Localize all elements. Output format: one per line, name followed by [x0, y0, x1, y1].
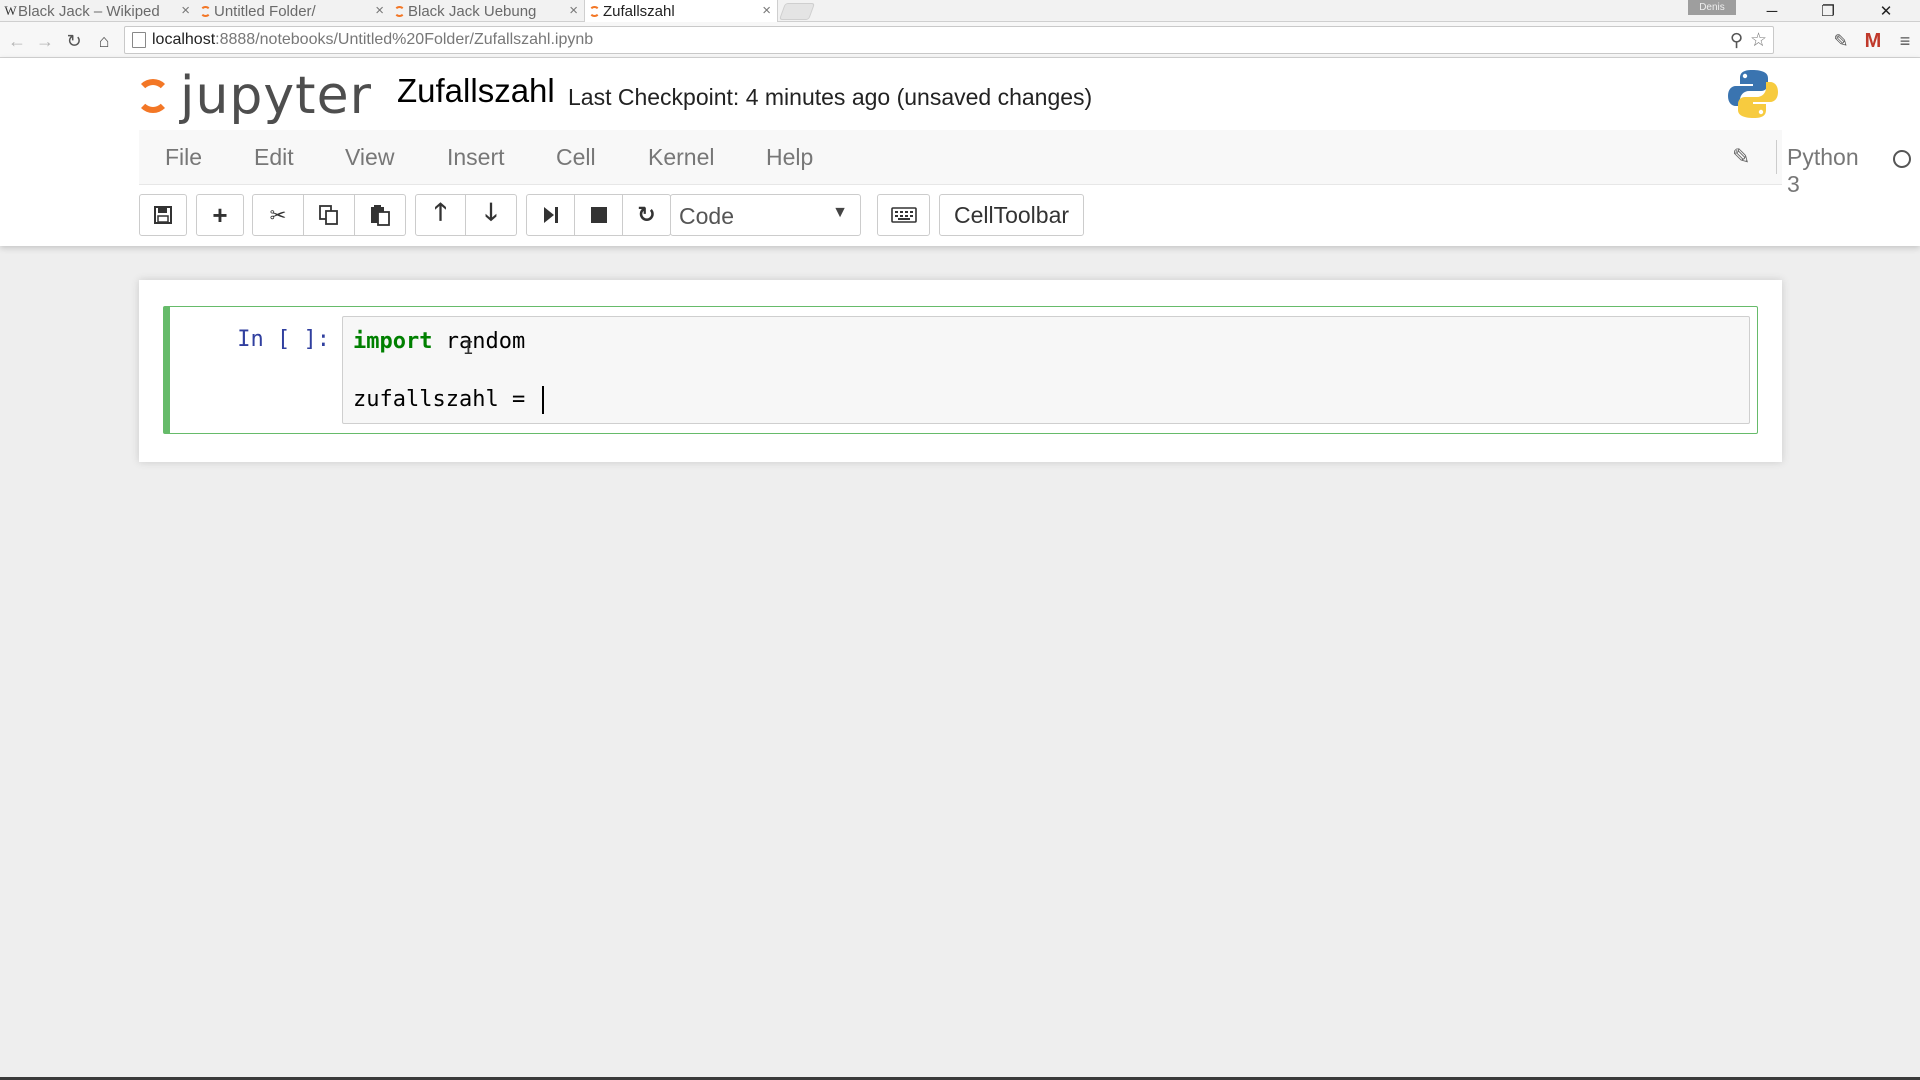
scissors-icon: ✂	[269, 204, 287, 227]
close-tab-icon[interactable]: ×	[181, 2, 190, 19]
code-line: import random	[353, 327, 1739, 356]
menu-help[interactable]: Help	[766, 144, 813, 171]
copy-button[interactable]	[304, 194, 355, 236]
input-prompt: In [ ]:	[237, 327, 330, 352]
browser-tab-wikipedia[interactable]: W Black Jack – Wikiped ×	[0, 0, 196, 22]
jupyter-icon	[394, 6, 405, 17]
run-cell-button[interactable]	[526, 194, 575, 236]
browser-tab-zufallszahl[interactable]: Zufallszahl ×	[584, 0, 778, 22]
divider	[1776, 140, 1777, 174]
tab-title: Black Jack – Wikiped	[18, 2, 160, 20]
close-tab-icon[interactable]: ×	[569, 2, 578, 19]
menu-bar: File Edit View Insert Cell Kernel Help ✎…	[139, 130, 1911, 197]
celltoolbar-button[interactable]: CellToolbar	[939, 194, 1084, 236]
jupyter-header: jupyter Zufallszahl Last Checkpoint: 4 m…	[0, 58, 1920, 246]
arrow-down-icon: 🡓	[484, 198, 498, 226]
menu-view[interactable]: View	[345, 144, 394, 171]
interrupt-kernel-button[interactable]	[575, 194, 623, 236]
back-icon[interactable]: ←	[4, 28, 30, 54]
paste-icon	[371, 205, 390, 226]
jupyter-ring-icon	[136, 79, 170, 113]
close-tab-icon[interactable]: ×	[762, 2, 771, 19]
copy-icon	[319, 205, 338, 225]
cell-type-select[interactable]: Code ▼	[670, 194, 861, 236]
insert-cell-button[interactable]: +	[196, 194, 244, 236]
save-button[interactable]	[139, 194, 187, 236]
page-icon	[132, 32, 146, 48]
step-forward-icon	[543, 207, 558, 223]
move-cell-down-button[interactable]: 🡓	[466, 194, 517, 236]
browser-tab-black-jack-uebung[interactable]: Black Jack Uebung ×	[390, 0, 584, 22]
python-logo-icon	[1728, 70, 1778, 118]
arrow-up-icon: 🡑	[434, 198, 447, 226]
code-text: random	[432, 329, 526, 354]
save-icon	[154, 206, 172, 224]
forward-icon[interactable]: →	[32, 28, 58, 54]
code-text: zufallszahl =	[353, 387, 539, 412]
chrome-menu-icon[interactable]: ≡	[1892, 29, 1918, 53]
plus-icon: +	[212, 199, 228, 230]
menu-kernel[interactable]: Kernel	[648, 144, 714, 171]
move-cell-up-button[interactable]: 🡑	[415, 194, 466, 236]
menu-cell[interactable]: Cell	[556, 144, 596, 171]
zoom-icon[interactable]: ⚲	[1730, 30, 1743, 51]
cell-type-value: Code	[679, 203, 734, 229]
close-window-icon[interactable]: ✕	[1866, 0, 1906, 22]
jupyter-logo-text: jupyter	[180, 66, 372, 126]
jupyter-icon	[589, 6, 600, 17]
checkpoint-status: Last Checkpoint: 4 minutes ago (unsaved …	[568, 84, 1093, 110]
code-keyword: import	[353, 329, 433, 354]
close-tab-icon[interactable]: ×	[375, 2, 384, 19]
tab-title: Zufallszahl	[603, 2, 675, 20]
new-tab-button[interactable]	[778, 3, 816, 20]
menu-file[interactable]: File	[165, 144, 202, 171]
jupyter-logo[interactable]: jupyter	[136, 66, 372, 126]
address-bar: ← → ↻ ⌂ localhost:8888/notebooks/Untitle…	[0, 22, 1920, 58]
command-palette-button[interactable]	[877, 194, 930, 236]
extension-icon[interactable]: ✎	[1828, 29, 1854, 53]
cut-button[interactable]: ✂	[252, 194, 304, 236]
code-editor[interactable]: import random zufallszahl =	[342, 316, 1750, 424]
wikipedia-icon: W	[4, 2, 17, 18]
url-input[interactable]: localhost:8888/notebooks/Untitled%20Fold…	[124, 26, 1774, 54]
menu-insert[interactable]: Insert	[447, 144, 505, 171]
stop-icon	[590, 207, 607, 223]
kernel-idle-indicator-icon	[1893, 150, 1911, 168]
bookmark-star-icon[interactable]: ☆	[1750, 29, 1767, 52]
kernel-name: Python 3	[1787, 144, 1859, 197]
reload-icon[interactable]: ↻	[61, 28, 87, 54]
notebook-name[interactable]: Zufallszahl	[397, 72, 555, 110]
restart-kernel-button[interactable]: ↻	[623, 194, 671, 236]
code-line: zufallszahl =	[353, 385, 1739, 414]
code-cell[interactable]: In [ ]: import random zufallszahl =	[163, 306, 1758, 434]
text-cursor	[542, 386, 545, 414]
keyboard-icon	[890, 207, 917, 223]
jupyter-icon	[200, 6, 211, 17]
menu-edit[interactable]: Edit	[254, 144, 294, 171]
paste-button[interactable]	[355, 194, 406, 236]
mouse-ibeam-cursor-icon: I	[463, 338, 474, 359]
chevron-down-icon: ▼	[832, 204, 848, 221]
user-badge[interactable]: Denis	[1688, 0, 1736, 15]
gmail-icon[interactable]: M	[1860, 29, 1886, 53]
minimize-icon[interactable]: ─	[1752, 0, 1792, 22]
notebook-container: In [ ]: import random zufallszahl =	[139, 280, 1782, 462]
tab-title: Untitled Folder/	[214, 2, 316, 20]
edit-mode-pencil-icon: ✎	[1732, 144, 1751, 169]
browser-tab-strip: W Black Jack – Wikiped × Untitled Folder…	[0, 0, 1920, 22]
url-text: localhost:8888/notebooks/Untitled%20Fold…	[152, 31, 594, 48]
restore-icon[interactable]: ❐	[1808, 0, 1848, 22]
home-icon[interactable]: ⌂	[91, 28, 117, 54]
browser-tab-untitled-folder[interactable]: Untitled Folder/ ×	[196, 0, 390, 22]
restart-icon: ↻	[637, 202, 656, 227]
tab-title: Black Jack Uebung	[408, 2, 537, 20]
